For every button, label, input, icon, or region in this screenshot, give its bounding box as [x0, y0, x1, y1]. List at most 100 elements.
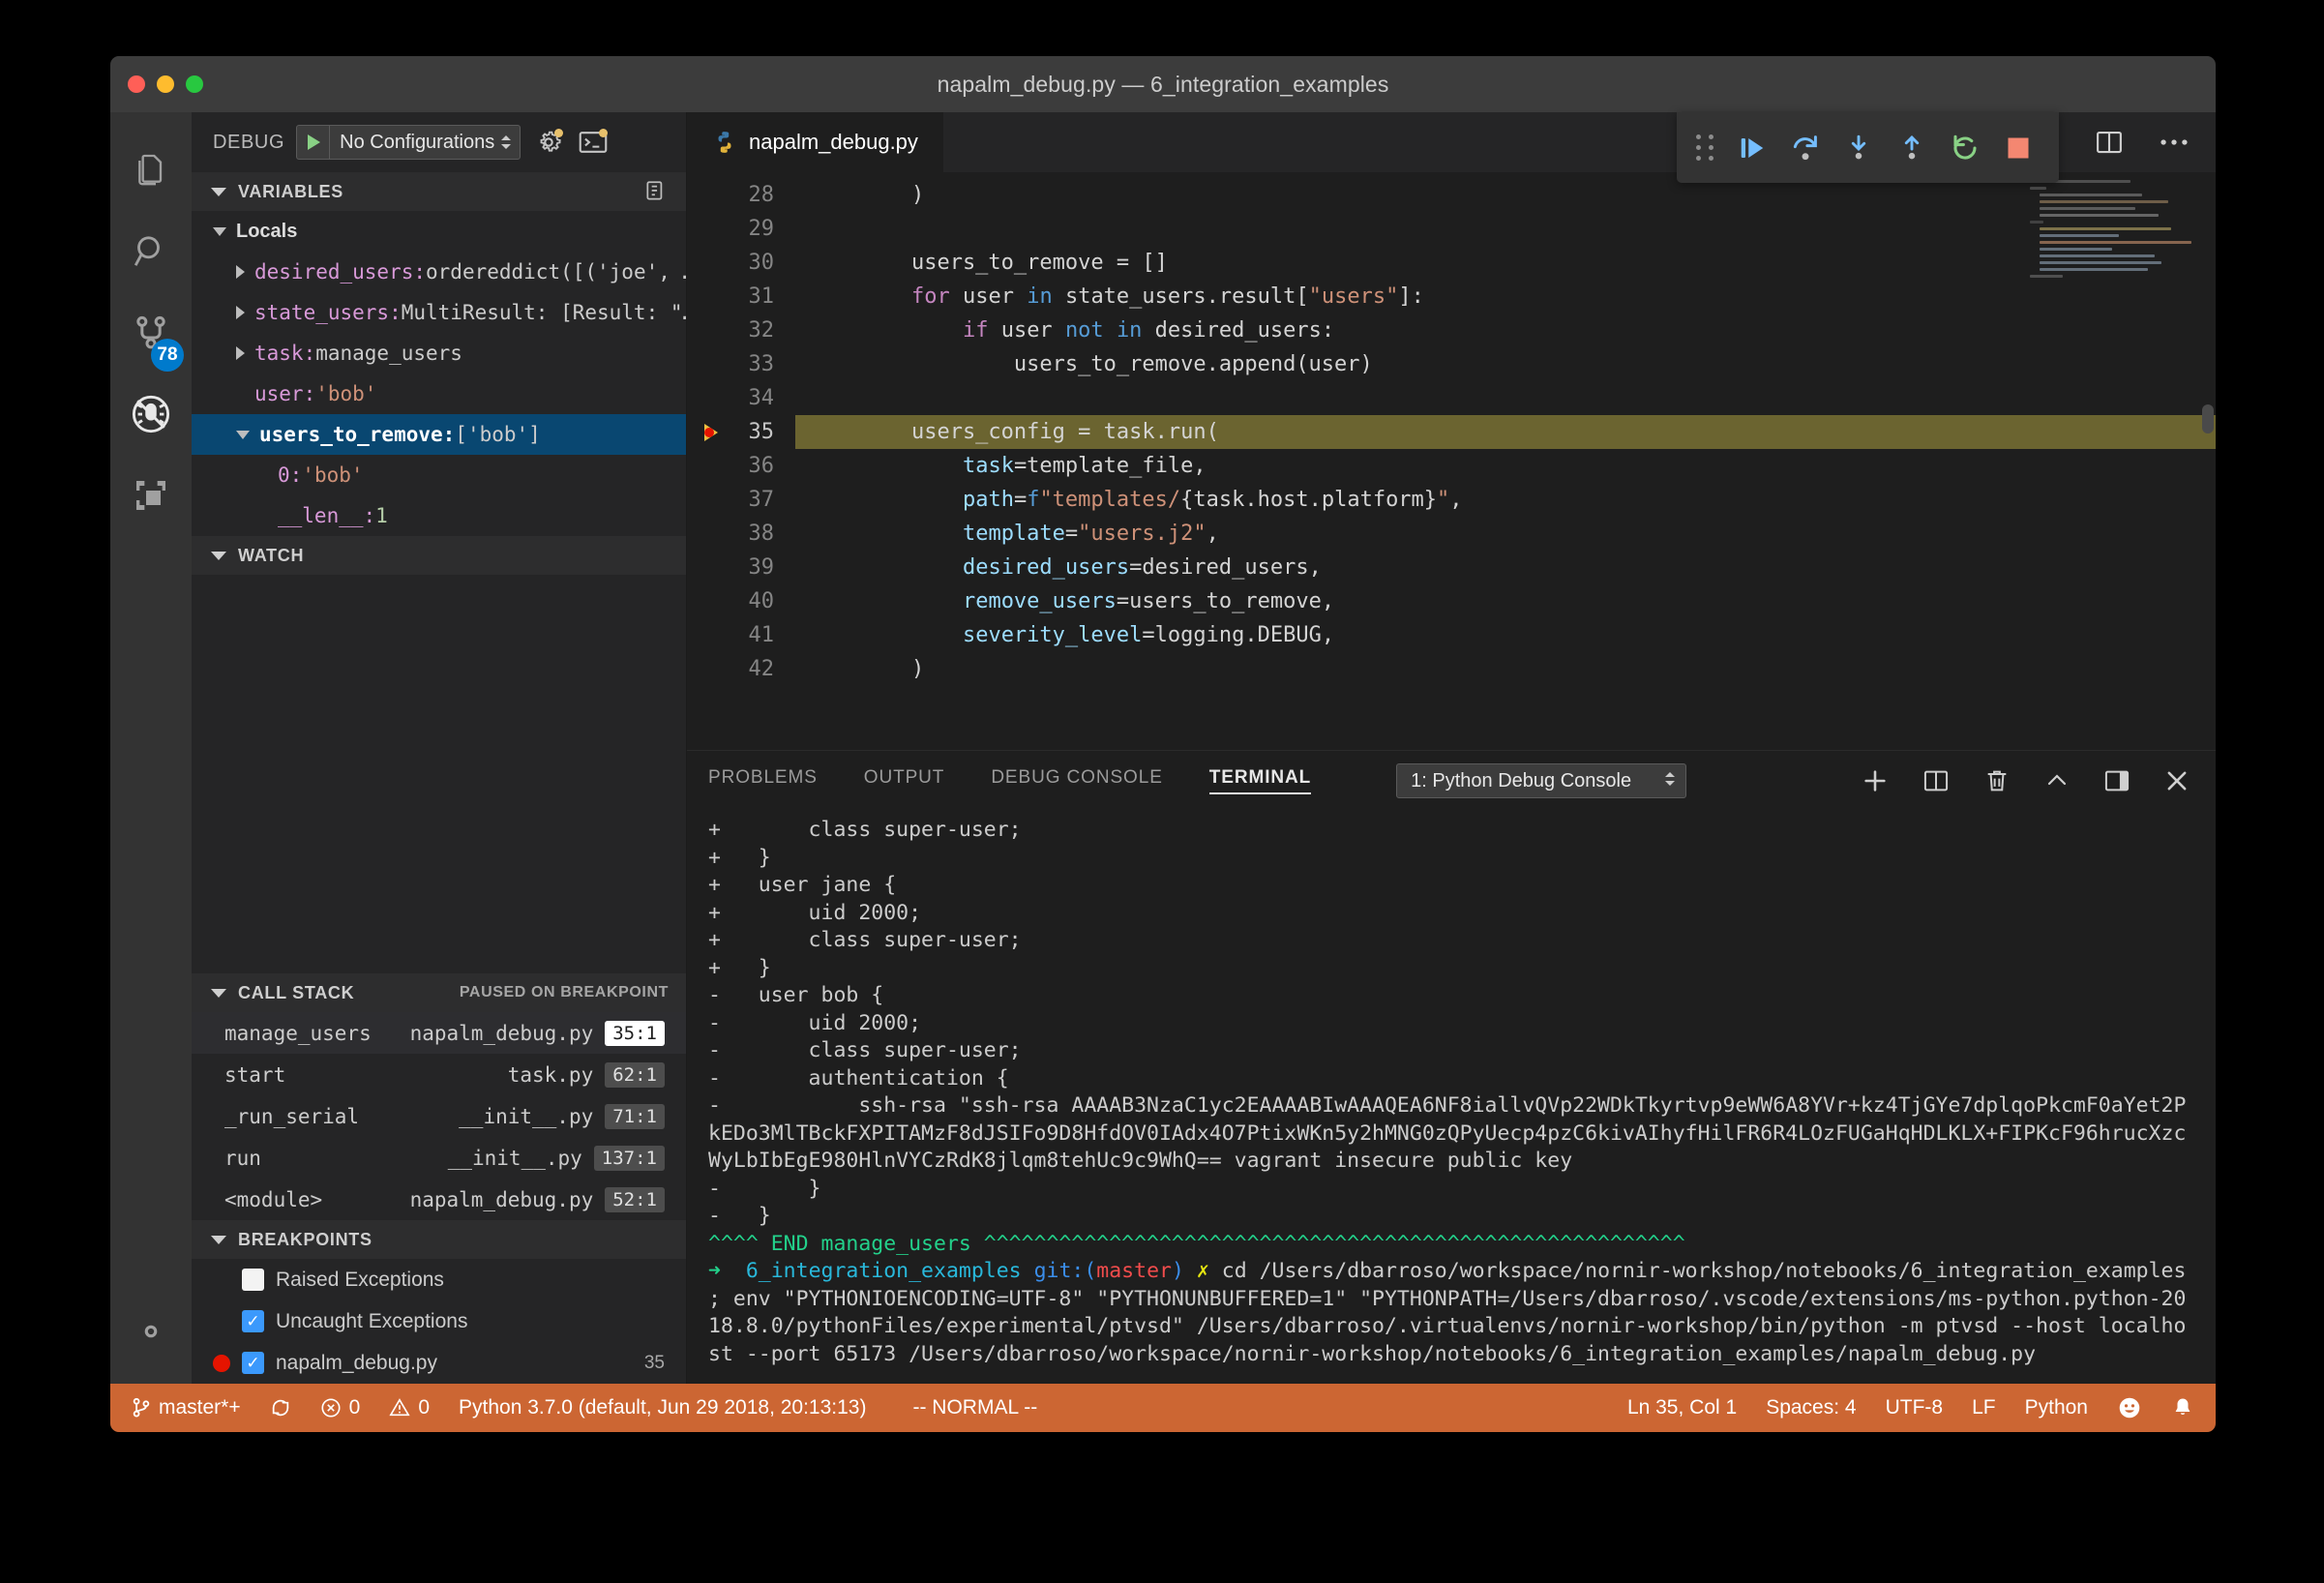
status-warnings[interactable]: 0	[389, 1396, 430, 1419]
status-sync-icon[interactable]	[270, 1397, 291, 1419]
activity-source-control-icon[interactable]: 78	[110, 292, 192, 373]
breakpoint-row[interactable]: ✓ Uncaught Exceptions	[192, 1300, 686, 1342]
breakpoint-checkbox[interactable]: ✓	[242, 1352, 264, 1374]
minimize-window-button[interactable]	[157, 75, 174, 93]
kill-terminal-icon[interactable]	[1983, 766, 2011, 795]
editor-tab-napalm-debug[interactable]: napalm_debug.py	[687, 112, 943, 172]
more-actions-icon[interactable]	[2158, 128, 2190, 157]
code-line[interactable]: users_to_remove.append(user)	[795, 347, 2216, 381]
breakpoint-row[interactable]: Raised Exceptions	[192, 1259, 686, 1300]
gutter-line-number[interactable]: 40	[687, 584, 795, 618]
call-stack-row[interactable]: run __init__.py 137:1	[192, 1137, 686, 1179]
code-line[interactable]: desired_users=desired_users,	[795, 551, 2216, 584]
variable-row[interactable]: task: manage_users	[192, 333, 686, 373]
window-controls[interactable]	[128, 75, 203, 93]
new-terminal-icon[interactable]	[1862, 767, 1889, 794]
call-stack-row[interactable]: start task.py 62:1	[192, 1054, 686, 1095]
gutter-line-number[interactable]: 37	[687, 483, 795, 517]
debug-configuration-select[interactable]: No Configurations	[296, 125, 521, 160]
gutter-line-number[interactable]: 38	[687, 517, 795, 551]
editor-vertical-scrollbar[interactable]	[2202, 404, 2214, 433]
code-line[interactable]: remove_users=users_to_remove,	[795, 584, 2216, 618]
gutter-line-number[interactable]: 42	[687, 652, 795, 686]
split-editor-icon[interactable]	[2094, 128, 2125, 157]
code-line[interactable]: task=template_file,	[795, 449, 2216, 483]
editor-code[interactable]: ) users_to_remove = [] for user in state…	[795, 172, 2216, 750]
maximize-panel-icon[interactable]	[2043, 769, 2071, 792]
activity-extensions-icon[interactable]	[110, 455, 192, 536]
call-stack-list[interactable]: manage_users napalm_debug.py 35:1 start task…	[192, 1012, 686, 1220]
status-branch[interactable]: master*+	[132, 1396, 241, 1419]
code-editor[interactable]: 28 29 30 31 32 33 34 35 36 37 38 39 40 41 42 ) users_t…	[687, 172, 2216, 750]
breakpoint-row[interactable]: ✓ napalm_debug.py 35	[192, 1342, 686, 1384]
activity-debug-icon[interactable]	[110, 373, 192, 455]
tab-terminal[interactable]: TERMINAL	[1208, 767, 1312, 794]
code-line[interactable]: if user not in desired_users:	[795, 314, 2216, 347]
status-errors[interactable]: 0	[320, 1396, 360, 1419]
gutter-line-number[interactable]: 35	[687, 415, 795, 449]
variable-row[interactable]: 0: 'bob'	[192, 455, 686, 495]
editor-minimap[interactable]	[2030, 180, 2194, 388]
gutter-line-number[interactable]: 36	[687, 449, 795, 483]
open-debug-console-icon[interactable]	[577, 126, 610, 159]
call-stack-row[interactable]: manage_users napalm_debug.py 35:1	[192, 1012, 686, 1054]
close-panel-icon[interactable]	[2163, 767, 2190, 794]
debug-settings-gear-icon[interactable]	[532, 126, 565, 159]
status-cursor-position[interactable]: Ln 35, Col 1	[1627, 1396, 1737, 1419]
chevron-down-icon[interactable]	[236, 430, 250, 439]
chevron-right-icon[interactable]	[236, 306, 245, 319]
activity-settings-gear-icon[interactable]	[110, 1291, 192, 1372]
variable-row[interactable]: __len__: 1	[192, 495, 686, 536]
start-debugging-icon[interactable]	[297, 126, 331, 159]
tab-output[interactable]: OUTPUT	[864, 767, 945, 794]
status-smiley-icon[interactable]	[2117, 1395, 2142, 1420]
status-indentation[interactable]: Spaces: 4	[1766, 1396, 1856, 1419]
toggle-sidebar-icon[interactable]	[2103, 767, 2130, 794]
editor-gutter[interactable]: 28 29 30 31 32 33 34 35 36 37 38 39 40 41 42	[687, 172, 795, 750]
breakpoints-pane-header[interactable]: BREAKPOINTS	[192, 1220, 686, 1259]
gutter-line-number[interactable]: 32	[687, 314, 795, 347]
breakpoint-checkbox[interactable]	[242, 1269, 264, 1291]
code-line[interactable]: )	[795, 178, 2216, 212]
drag-handle-icon[interactable]	[1696, 134, 1715, 161]
gutter-line-number[interactable]: 30	[687, 246, 795, 280]
step-into-icon[interactable]	[1837, 126, 1879, 170]
gutter-line-number[interactable]: 39	[687, 551, 795, 584]
close-window-button[interactable]	[128, 75, 145, 93]
activity-search-icon[interactable]	[110, 211, 192, 292]
call-stack-row[interactable]: _run_serial __init__.py 71:1	[192, 1095, 686, 1137]
call-stack-pane-header[interactable]: CALL STACK PAUSED ON BREAKPOINT	[192, 973, 686, 1012]
variable-row[interactable]: user: 'bob'	[192, 373, 686, 414]
breakpoint-marker-icon[interactable]	[704, 424, 718, 441]
variable-row[interactable]: state_users: MultiResult: [Result: "…	[192, 292, 686, 333]
gutter-line-number[interactable]: 28	[687, 178, 795, 212]
terminal-instance-select[interactable]: 1: Python Debug Console	[1396, 763, 1687, 798]
code-line[interactable]: )	[795, 652, 2216, 686]
variable-row[interactable]: desired_users: ordereddict([('joe', …	[192, 252, 686, 292]
code-line[interactable]: template="users.j2",	[795, 517, 2216, 551]
restart-icon[interactable]	[1945, 126, 1986, 170]
debug-floating-toolbar[interactable]	[1677, 112, 2059, 183]
status-eol[interactable]: LF	[1972, 1396, 1996, 1419]
code-line[interactable]: users_to_remove = []	[795, 246, 2216, 280]
split-terminal-icon[interactable]	[1922, 767, 1951, 794]
gutter-line-number[interactable]: 41	[687, 618, 795, 652]
gutter-line-number[interactable]: 31	[687, 280, 795, 314]
call-stack-row[interactable]: <module> napalm_debug.py 52:1	[192, 1179, 686, 1220]
tab-debug-console[interactable]: DEBUG CONSOLE	[991, 767, 1162, 794]
stop-icon[interactable]	[1998, 126, 2040, 170]
code-line[interactable]	[795, 212, 2216, 246]
status-encoding[interactable]: UTF-8	[1886, 1396, 1944, 1419]
terminal-output[interactable]: + class super-user; + } + user jane {+ uid…	[687, 811, 2216, 1384]
breakpoints-list[interactable]: Raised Exceptions ✓ Uncaught Exceptions ✓ na…	[192, 1259, 686, 1384]
gutter-line-number[interactable]: 33	[687, 347, 795, 381]
status-interpreter[interactable]: Python 3.7.0 (default, Jun 29 2018, 20:1…	[459, 1396, 866, 1419]
watch-list[interactable]	[192, 575, 686, 973]
status-language[interactable]: Python	[2025, 1396, 2088, 1419]
tab-problems[interactable]: PROBLEMS	[708, 767, 818, 794]
code-line[interactable]: for user in state_users.result["users"]:	[795, 280, 2216, 314]
breakpoint-checkbox[interactable]: ✓	[242, 1310, 264, 1332]
maximize-window-button[interactable]	[186, 75, 203, 93]
step-out-icon[interactable]	[1892, 126, 1933, 170]
variable-row[interactable]: users_to_remove: ['bob']	[192, 414, 686, 455]
